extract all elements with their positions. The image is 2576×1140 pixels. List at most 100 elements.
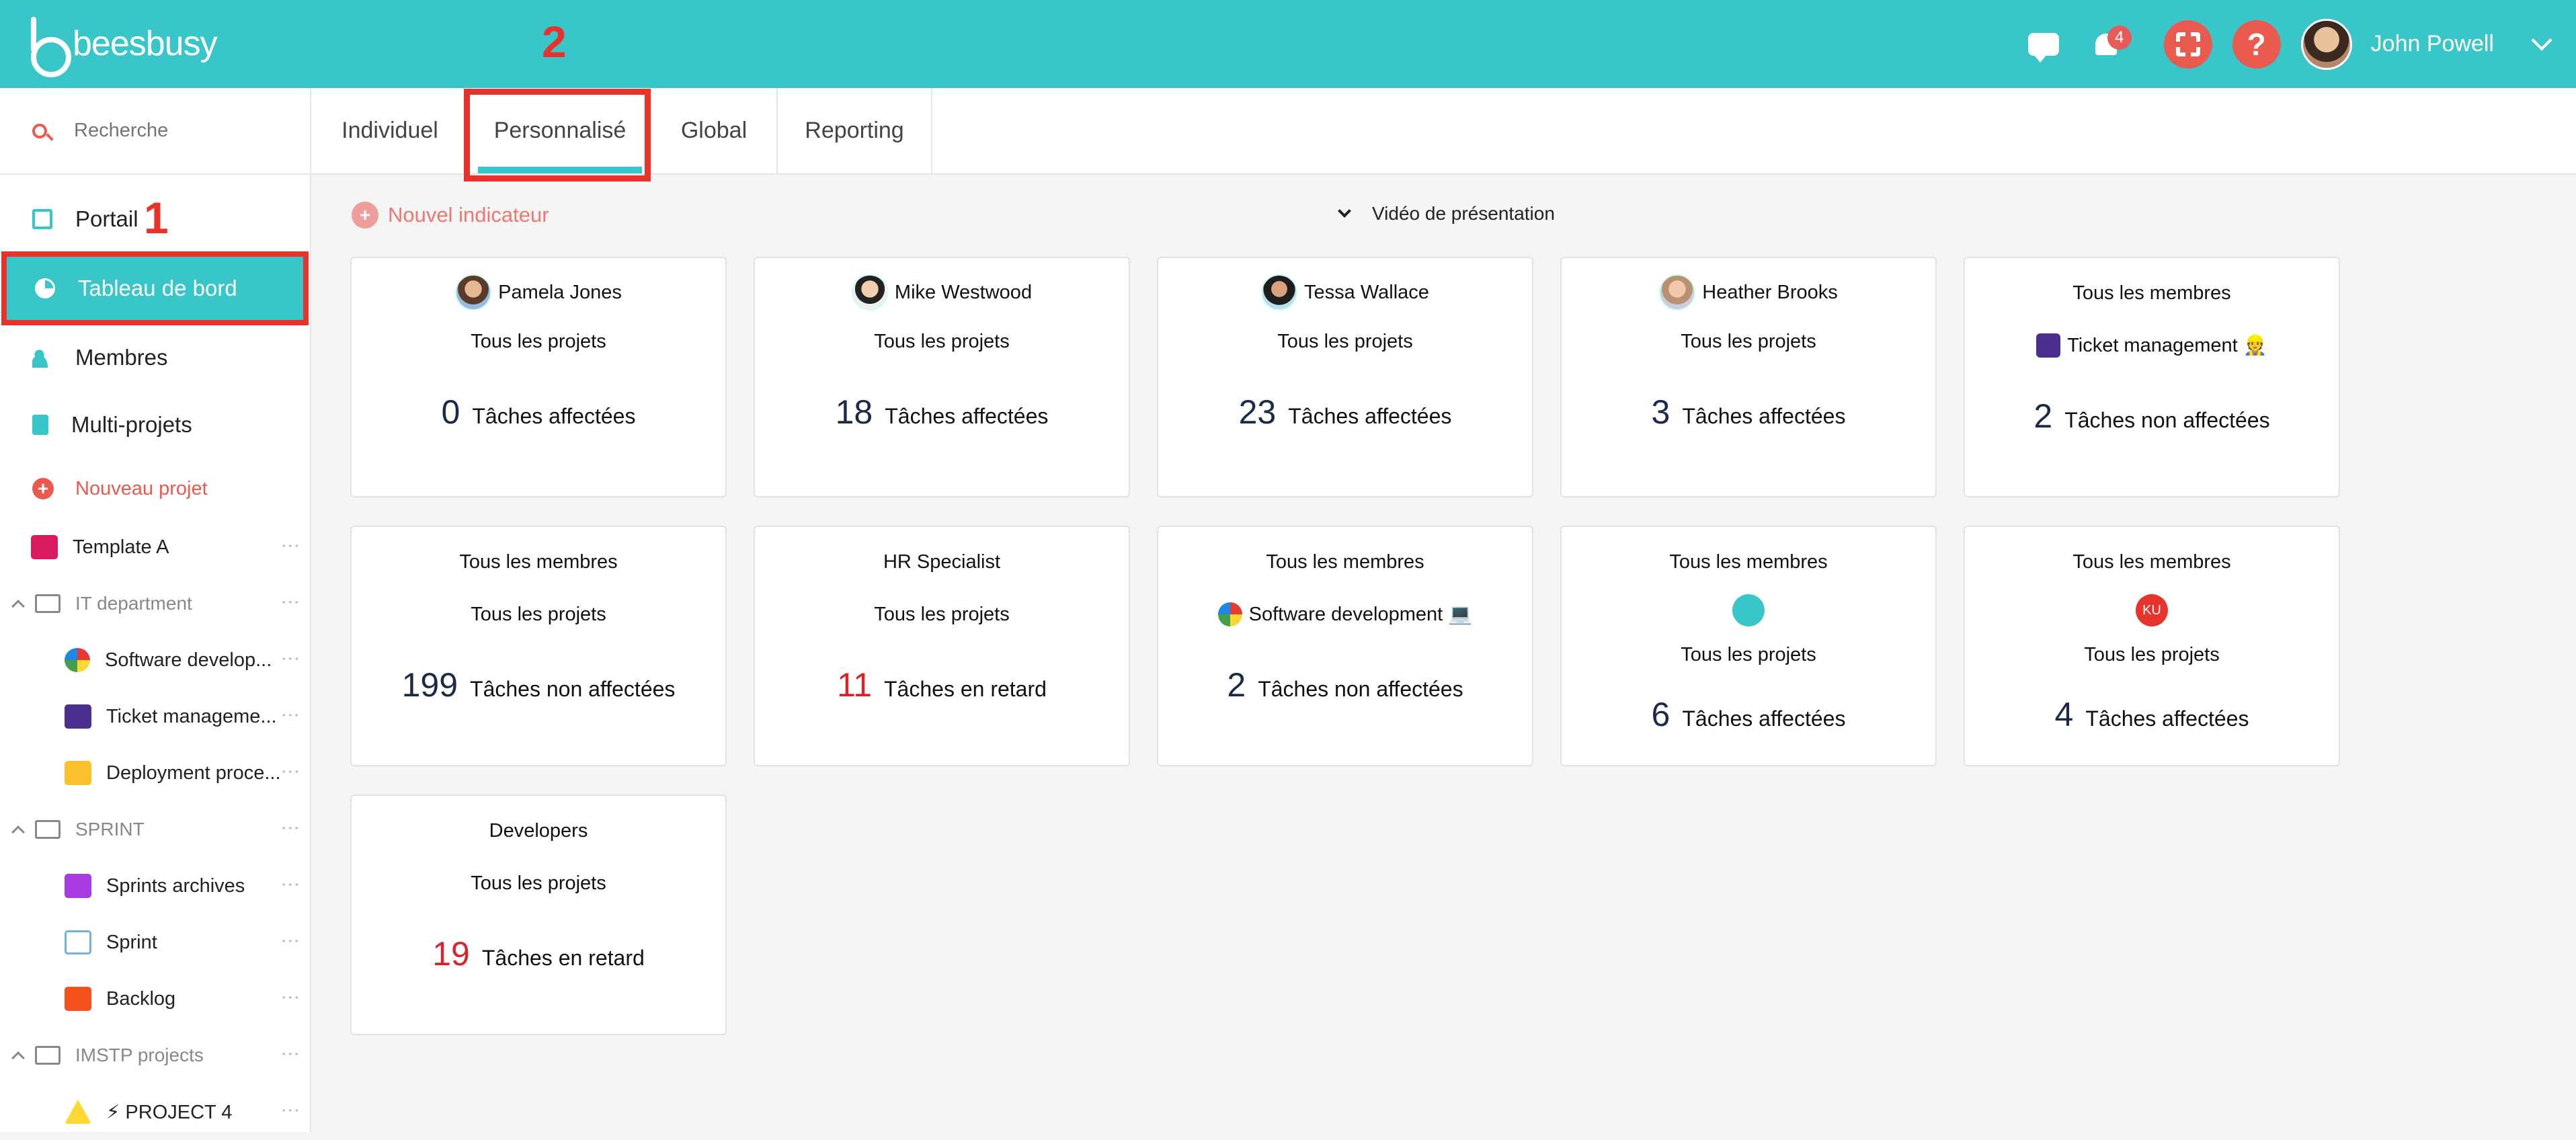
avatar xyxy=(455,274,492,311)
sidebar-item-membres[interactable]: Membres xyxy=(0,324,310,391)
new-project-button[interactable]: + Nouveau projet xyxy=(0,458,310,519)
folder-sprint[interactable]: SPRINT ⋮ xyxy=(0,801,310,858)
chevron-down-icon[interactable] xyxy=(2531,29,2552,51)
metric-value: 6 xyxy=(1651,696,1671,733)
tab-individuel[interactable]: Individuel xyxy=(311,88,470,173)
sidebar-item-tableau-de-bord[interactable]: Tableau de bord xyxy=(1,251,309,325)
project-label: ⚡ PROJECT 4 xyxy=(106,1101,233,1123)
card-owner: Mike Westwood xyxy=(851,273,1032,312)
app-logo[interactable]: beesbusy xyxy=(27,15,218,77)
indicator-card[interactable]: HR Specialist Tous les projets 11 Tâches… xyxy=(754,526,1130,766)
folder-imstp-projects[interactable]: IMSTP projects ⋮ xyxy=(0,1027,310,1084)
metric-label: Tâches en retard xyxy=(481,946,645,970)
help-button[interactable]: ? xyxy=(2232,19,2281,69)
pie-chart-icon xyxy=(35,278,55,298)
project-sprints-archives[interactable]: Sprints archives ⋮ xyxy=(0,858,310,914)
chat-icon[interactable] xyxy=(2027,32,2059,63)
new-indicator-label: Nouvel indicateur xyxy=(388,203,549,227)
project-label: Template A xyxy=(73,536,169,558)
chevron-up-icon[interactable] xyxy=(11,600,25,613)
kebab-menu-icon[interactable]: ⋮ xyxy=(280,762,301,781)
kebab-menu-icon[interactable]: ⋮ xyxy=(280,932,301,950)
tab-reporting[interactable]: Reporting xyxy=(778,88,932,173)
fullscreen-button[interactable] xyxy=(2163,19,2212,69)
project-label: Ticket manageme... xyxy=(106,705,277,727)
project-ticket-management[interactable]: Ticket manageme... ⋮ xyxy=(0,688,310,745)
project-project-4[interactable]: ⚡ PROJECT 4 ⋮ xyxy=(0,1084,310,1140)
card-metric: 2 Tâches non affectées xyxy=(2034,397,2269,436)
kebab-menu-icon[interactable]: ⋮ xyxy=(280,536,301,555)
folder-label: IMSTP projects xyxy=(75,1045,204,1065)
card-project: Tous les projets xyxy=(1681,643,1816,665)
metric-label: Tâches affectées xyxy=(1682,706,1846,731)
folder-icon xyxy=(35,1046,61,1065)
ticket-project-icon xyxy=(2036,333,2061,358)
indicator-card[interactable]: Pamela Jones Tous les projets 0 Tâches a… xyxy=(350,257,727,497)
metric-value: 19 xyxy=(432,935,470,973)
sidebar-item-label: Membres xyxy=(75,345,168,370)
card-project: Tous les projets xyxy=(874,330,1010,352)
dashboard-tabs: Individuel Personnalisé Global Reporting xyxy=(311,88,2576,175)
card-metric: 6 Tâches affectées xyxy=(1652,695,1846,734)
card-owner: Tous les membres xyxy=(1266,551,1424,573)
kebab-menu-icon[interactable]: ⋮ xyxy=(280,649,301,668)
project-software-development[interactable]: Software develop... ⋮ xyxy=(0,632,310,688)
tab-global[interactable]: Global xyxy=(651,88,778,173)
card-owner: Heather Brooks xyxy=(1659,273,1838,312)
indicator-card[interactable]: Developers Tous les projets 19 Tâches en… xyxy=(350,795,727,1035)
video-presentation-toggle[interactable]: Vidéo de présentation xyxy=(1338,203,1555,225)
new-indicator-button[interactable]: + Nouvel indicateur xyxy=(352,202,549,229)
kebab-menu-icon[interactable]: ⋮ xyxy=(280,706,301,725)
notifications-button[interactable]: 4 xyxy=(2093,25,2132,59)
chevron-up-icon[interactable] xyxy=(11,1051,25,1065)
sidebar-item-multi-projets[interactable]: Multi-projets xyxy=(0,391,310,458)
kebab-menu-icon[interactable]: ⋮ xyxy=(280,819,301,838)
indicator-card[interactable]: Heather Brooks Tous les projets 3 Tâches… xyxy=(1560,257,1937,497)
metric-value: 3 xyxy=(1651,393,1671,431)
folder-it-department[interactable]: IT department ⋮ xyxy=(0,575,310,632)
project-label: Sprint xyxy=(106,931,157,953)
project-sprint[interactable]: Sprint ⋮ xyxy=(0,914,310,971)
project-label: Backlog xyxy=(106,987,176,1010)
top-bar: beesbusy 4 ? John Powell xyxy=(0,0,2576,88)
notification-badge: 4 xyxy=(2107,25,2132,50)
metric-value: 4 xyxy=(2054,696,2074,733)
kebab-menu-icon[interactable]: ⋮ xyxy=(280,593,301,612)
indicator-card[interactable]: Tous les membres Software development 💻 … xyxy=(1157,526,1533,766)
project-label: Sprints archives xyxy=(106,874,245,897)
indicator-card[interactable]: Tous les membres Tous les projets 6 Tâch… xyxy=(1560,526,1937,766)
card-project: Software development 💻 xyxy=(1217,601,1473,628)
kebab-menu-icon[interactable]: ⋮ xyxy=(280,1101,301,1120)
dashboard-main: + Nouvel indicateur Vidéo de présentatio… xyxy=(311,175,2576,1132)
user-avatar[interactable] xyxy=(2300,18,2352,70)
search-input[interactable] xyxy=(74,120,276,142)
briefcase-icon xyxy=(65,987,91,1011)
sidebar: Portail 1 Tableau de bord Membres Multi-… xyxy=(0,88,311,1132)
sidebar-item-portail[interactable]: Portail 1 xyxy=(0,186,310,253)
kebab-menu-icon[interactable]: ⋮ xyxy=(280,1045,301,1063)
sidebar-item-label: Multi-projets xyxy=(71,412,192,437)
indicator-card[interactable]: Tous les membres KU Tous les projets 4 T… xyxy=(1964,526,2340,766)
indicator-card[interactable]: Mike Westwood Tous les projets 18 Tâches… xyxy=(754,257,1130,497)
project-deployment-process[interactable]: Deployment proce... ⋮ xyxy=(0,745,310,801)
metric-value: 2 xyxy=(1227,666,1246,704)
plus-icon: + xyxy=(352,202,378,229)
user-name[interactable]: John Powell xyxy=(2371,31,2494,57)
kebab-menu-icon[interactable]: ⋮ xyxy=(280,988,301,1007)
card-owner: Developers xyxy=(489,819,588,842)
project-name: Software development 💻 xyxy=(1248,604,1473,625)
team-logo-icon xyxy=(1732,594,1765,626)
card-metric: 18 Tâches affectées xyxy=(836,393,1049,432)
project-label: Deployment proce... xyxy=(106,762,281,784)
briefcase-icon xyxy=(31,535,58,559)
indicator-card[interactable]: Tous les membres Tous les projets 199 Tâ… xyxy=(350,526,727,766)
indicator-card[interactable]: Tous les membres Ticket management 👷 2 T… xyxy=(1964,257,2340,497)
kebab-menu-icon[interactable]: ⋮ xyxy=(280,875,301,894)
metric-label: Tâches affectées xyxy=(2085,706,2249,731)
indicator-card[interactable]: Tessa Wallace Tous les projets 23 Tâches… xyxy=(1157,257,1533,497)
project-template-a[interactable]: Template A ⋮ xyxy=(0,519,310,575)
chevron-up-icon[interactable] xyxy=(11,825,25,839)
project-backlog[interactable]: Backlog ⋮ xyxy=(0,971,310,1027)
metric-label: Tâches non affectées xyxy=(2064,408,2270,432)
video-label: Vidéo de présentation xyxy=(1372,203,1555,224)
